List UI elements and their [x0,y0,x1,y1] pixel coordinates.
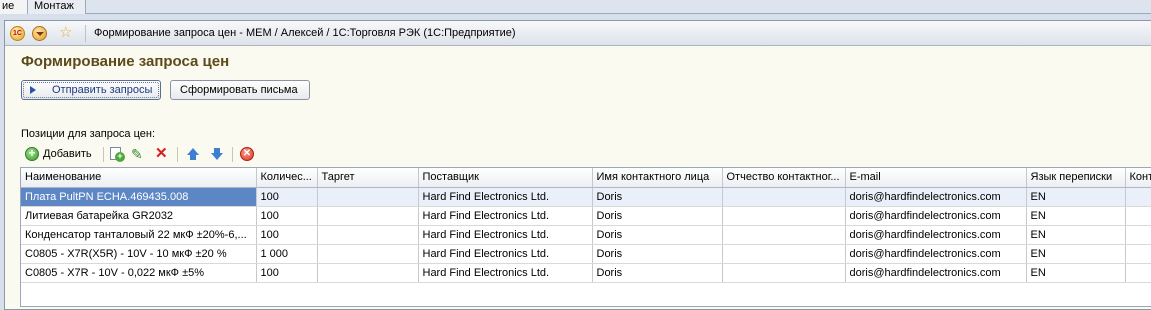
add-icon: + [25,147,39,161]
cancel-icon[interactable]: ✕ [239,145,255,163]
cell-contact-patronymic[interactable] [722,187,846,207]
play-icon [30,86,36,94]
cell-supplier[interactable]: Hard Find Electronics Ltd. [418,187,593,207]
positions-label: Позиции для запроса цен: [21,128,156,140]
cell-contact[interactable] [1125,187,1151,207]
window-title: Формирование запроса цен - МЕМ / Алексей… [94,27,516,39]
cell-target[interactable] [317,206,419,226]
window-titlebar: 1С ☆ Формирование запроса цен - МЕМ / Ал… [5,21,1151,46]
table-row[interactable]: Литиевая батарейка GR2032 100 Hard Find El… [21,206,1151,226]
edit-icon[interactable]: ✎ [131,145,147,163]
app-logo-icon[interactable]: 1С [10,26,25,41]
cell-language[interactable]: EN [1026,225,1126,245]
column-header-supplier[interactable]: Поставщик [418,168,593,188]
section-tab-strip: ие Монтаж [0,0,1151,14]
cell-email[interactable]: doris@hardfindelectronics.com [845,225,1027,245]
cell-supplier[interactable]: Hard Find Electronics Ltd. [418,263,593,283]
column-header-quantity[interactable]: Количес... [256,168,318,188]
send-requests-button[interactable]: Отправить запросы [21,80,161,100]
cell-contact[interactable] [1125,244,1151,264]
cell-target[interactable] [317,187,419,207]
cell-email[interactable]: doris@hardfindelectronics.com [845,244,1027,264]
cell-language[interactable]: EN [1026,244,1126,264]
column-header-contact-name[interactable]: Имя контактного лица [592,168,723,188]
cell-quantity[interactable]: 100 [256,187,318,207]
cell-quantity[interactable]: 100 [256,225,318,245]
cell-email[interactable]: doris@hardfindelectronics.com [845,206,1027,226]
cell-contact-patronymic[interactable] [722,206,846,226]
move-down-icon[interactable] [209,145,225,163]
generate-letters-label: Сформировать письма [180,84,298,96]
column-header-name[interactable]: Наименование [21,168,257,188]
cell-name[interactable]: C0805 - X7R(X5R) - 10V - 10 мкФ ±20 % [21,244,257,264]
cell-contact-name[interactable]: Doris [592,206,723,226]
copy-icon[interactable]: + [109,145,125,163]
cell-target[interactable] [317,263,419,283]
titlebar-divider [85,25,86,42]
add-label: Добавить [43,148,92,160]
cell-contact-name[interactable]: Doris [592,225,723,245]
cell-supplier[interactable]: Hard Find Electronics Ltd. [418,206,593,226]
cell-contact[interactable] [1125,206,1151,226]
cell-contact-patronymic[interactable] [722,263,846,283]
cell-name[interactable]: Литиевая батарейка GR2032 [21,206,257,226]
form-title: Формирование запроса цен [21,53,230,70]
table-header-row: Наименование Количес... Таргет Поставщик… [21,168,1151,188]
cell-quantity[interactable]: 1 000 [256,244,318,264]
column-header-email[interactable]: E-mail [845,168,1027,188]
cell-language[interactable]: EN [1026,187,1126,207]
table-row[interactable]: Плата PultPN ECHA.469435.008 100 Hard Find… [21,187,1151,207]
delete-icon[interactable]: ✕ [155,145,171,163]
cell-name[interactable]: Плата PultPN ECHA.469435.008 [21,187,257,207]
column-header-contact-patronymic[interactable]: Отчество контактног... [722,168,846,188]
tab-partial[interactable]: ие [0,0,28,14]
cell-contact-patronymic[interactable] [722,225,846,245]
cell-supplier[interactable]: Hard Find Electronics Ltd. [418,244,593,264]
generate-letters-button[interactable]: Сформировать письма [170,80,310,100]
positions-table[interactable]: Наименование Количес... Таргет Поставщик… [20,167,1151,307]
table-row[interactable]: Конденсатор танталовый 22 мкФ ±20%-6,...… [21,225,1151,245]
cell-name[interactable]: Конденсатор танталовый 22 мкФ ±20%-6,... [21,225,257,245]
cell-target[interactable] [317,225,419,245]
window-menu-icon[interactable] [32,26,47,41]
cell-supplier[interactable]: Hard Find Electronics Ltd. [418,225,593,245]
toolbar-divider [177,147,178,162]
toolbar-divider [103,147,104,162]
cell-target[interactable] [317,244,419,264]
cell-contact-name[interactable]: Doris [592,187,723,207]
cell-name[interactable]: C0805 - X7R - 10V - 0,022 мкФ ±5% [21,263,257,283]
cell-contact-name[interactable]: Doris [592,263,723,283]
tab-montazh[interactable]: Монтаж [28,0,86,14]
cell-language[interactable]: EN [1026,206,1126,226]
toolbar-divider [232,147,233,162]
cell-quantity[interactable]: 100 [256,206,318,226]
cell-contact[interactable] [1125,225,1151,245]
cell-contact[interactable] [1125,263,1151,283]
cell-contact-patronymic[interactable] [722,244,846,264]
add-button[interactable]: + Добавить [23,145,99,163]
column-header-target[interactable]: Таргет [317,168,419,188]
favorite-star-icon[interactable]: ☆ [59,24,72,42]
cell-quantity[interactable]: 100 [256,263,318,283]
cell-contact-name[interactable]: Doris [592,244,723,264]
move-up-icon[interactable] [185,145,201,163]
cell-language[interactable]: EN [1026,263,1126,283]
cell-email[interactable]: doris@hardfindelectronics.com [845,187,1027,207]
cell-email[interactable]: doris@hardfindelectronics.com [845,263,1027,283]
send-requests-label: Отправить запросы [52,84,153,96]
column-header-contact[interactable]: Конт [1125,168,1151,188]
column-header-language[interactable]: Язык переписки [1026,168,1126,188]
table-row[interactable]: C0805 - X7R(X5R) - 10V - 10 мкФ ±20 % 1 0… [21,244,1151,264]
table-row[interactable]: C0805 - X7R - 10V - 0,022 мкФ ±5% 100 Hard… [21,263,1151,283]
positions-toolbar: + Добавить + ✎ ✕ ✕ [21,143,281,165]
